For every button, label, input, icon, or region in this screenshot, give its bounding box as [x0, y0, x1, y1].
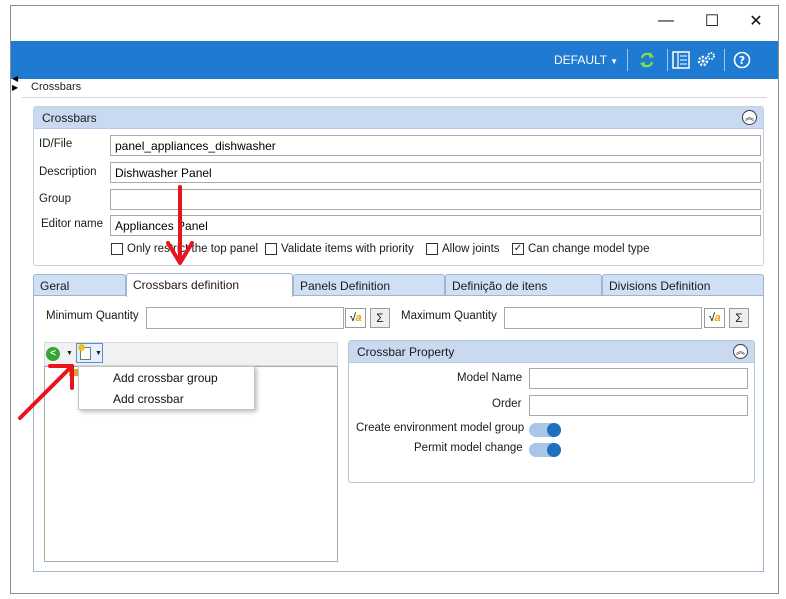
close-button[interactable]: ✕: [733, 6, 779, 36]
tab-crossbars-definition[interactable]: Crossbars definition: [126, 273, 293, 297]
group-label: Group: [39, 193, 71, 205]
minimize-button[interactable]: —: [643, 6, 689, 36]
checkbox-box: [265, 243, 277, 255]
toolbar-separator: [667, 49, 668, 71]
editor-name-field[interactable]: Appliances Panel: [110, 215, 761, 236]
checkbox-box: [111, 243, 123, 255]
collapse-icon[interactable]: ︽: [742, 110, 757, 125]
sigma-button[interactable]: Σ: [370, 308, 390, 328]
profile-label: DEFAULT: [554, 53, 608, 67]
toolbar-separator: [724, 49, 725, 71]
model-name-field[interactable]: [529, 368, 748, 389]
id-file-label: ID/File: [39, 138, 73, 150]
checkbox-validate-items-priority[interactable]: Validate items with priority: [265, 243, 414, 255]
maximize-button[interactable]: ☐: [689, 6, 735, 36]
tab-panels-definition[interactable]: Panels Definition: [293, 274, 445, 296]
refresh-icon[interactable]: [637, 50, 657, 70]
create-env-group-toggle[interactable]: [529, 423, 561, 437]
annotation-arrow-down: [166, 185, 194, 265]
maximum-quantity-field[interactable]: [504, 307, 702, 329]
group-field[interactable]: [110, 189, 761, 210]
formula-icon[interactable]: √a: [704, 308, 725, 328]
tab-geral[interactable]: Geral: [33, 274, 126, 296]
sidebar-toggle[interactable]: ◀ ▶: [12, 74, 21, 92]
check-icon: ✓: [512, 243, 524, 255]
group-header: Crossbar Property ︽: [349, 341, 754, 363]
toolbar-separator: [627, 49, 628, 71]
sigma-button[interactable]: Σ: [729, 308, 749, 328]
description-field[interactable]: Dishwasher Panel: [110, 162, 761, 183]
checkbox-label: Allow joints: [442, 243, 500, 255]
maximum-quantity-label: Maximum Quantity: [401, 310, 497, 322]
panel-layout-icon[interactable]: [671, 50, 691, 70]
group-title: Crossbar Property: [357, 345, 455, 359]
new-item-button[interactable]: ▼: [76, 343, 103, 363]
tab-strip: Geral Crossbars definition Panels Defini…: [33, 273, 764, 297]
chevron-left-icon: ◀: [12, 74, 19, 83]
minimum-quantity-field[interactable]: [146, 307, 344, 329]
divider: [22, 97, 767, 98]
top-toolbar: DEFAULT ▼ ?: [11, 41, 778, 79]
new-item-menu: Add crossbar group Add crossbar: [78, 366, 255, 410]
order-label: Order: [492, 398, 522, 410]
minimum-quantity-label: Minimum Quantity: [46, 310, 139, 322]
formula-icon[interactable]: √a: [345, 308, 366, 328]
chevron-down-icon: ▼: [610, 57, 619, 66]
model-name-label: Model Name: [457, 372, 523, 384]
checkbox-label: Validate items with priority: [281, 243, 414, 255]
star-icon: [78, 344, 85, 351]
editor-name-label: Editor name: [41, 218, 104, 230]
checkbox-can-change-model-type[interactable]: ✓ Can change model type: [512, 243, 649, 255]
create-env-group-label: Create environment model group: [356, 422, 525, 434]
tab-divisions-definition[interactable]: Divisions Definition: [602, 274, 764, 296]
profile-dropdown[interactable]: DEFAULT ▼: [554, 53, 618, 67]
crossbars-group: Crossbars ︽: [33, 106, 764, 266]
annotation-arrow-diagonal: [18, 364, 74, 420]
chevron-down-icon: ▼: [95, 350, 102, 357]
menu-item-add-crossbar[interactable]: Add crossbar: [113, 392, 184, 406]
permit-model-change-label: Permit model change: [414, 442, 523, 454]
permit-model-change-toggle[interactable]: [529, 443, 561, 457]
checkbox-label: Can change model type: [528, 243, 650, 255]
tab-definicao-de-itens[interactable]: Definição de itens: [445, 274, 602, 296]
group-title: Crossbars: [42, 111, 97, 125]
svg-text:?: ?: [739, 54, 745, 67]
settings-gears-icon[interactable]: [695, 50, 717, 70]
toggle-knob: [547, 423, 561, 437]
breadcrumb: Crossbars: [31, 81, 82, 93]
toggle-knob: [547, 443, 561, 457]
checkbox-box: [426, 243, 438, 255]
description-label: Description: [39, 166, 97, 178]
help-icon[interactable]: ?: [732, 50, 752, 70]
id-file-field[interactable]: panel_appliances_dishwasher: [110, 135, 761, 156]
collapse-icon[interactable]: ︽: [733, 344, 748, 359]
chevron-down-icon[interactable]: ▼: [66, 350, 73, 357]
checkbox-allow-joints[interactable]: Allow joints: [426, 243, 500, 255]
group-header: Crossbars ︽: [34, 107, 763, 129]
order-field[interactable]: [529, 395, 748, 416]
menu-item-add-crossbar-group[interactable]: Add crossbar group: [113, 371, 218, 385]
chevron-right-icon: ▶: [12, 83, 19, 92]
